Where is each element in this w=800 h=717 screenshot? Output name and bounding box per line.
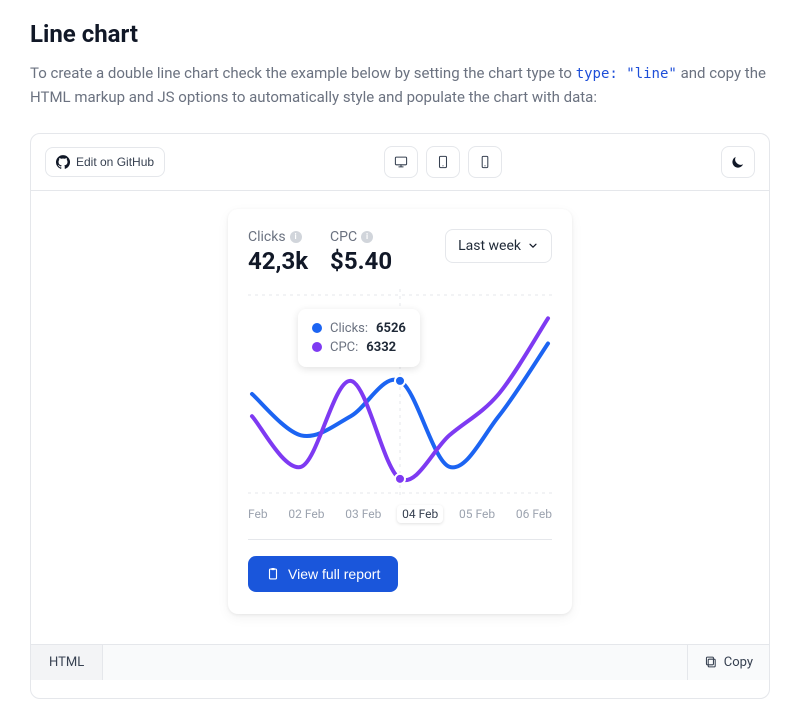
dark-mode-toggle[interactable] (721, 146, 755, 178)
date-range-select[interactable]: Last week (445, 229, 552, 263)
desktop-view-button[interactable] (384, 146, 418, 178)
section-title: Line chart (30, 20, 770, 48)
copy-icon (704, 655, 718, 669)
example-toolbar: Edit on GitHub (31, 134, 769, 191)
code-preview (31, 680, 769, 698)
legend-dot-clicks (312, 323, 322, 333)
metric-clicks-value: 42,3k (248, 247, 308, 275)
code-tabbar: HTML Copy (31, 644, 769, 680)
metric-cpc: CPC i $5.40 (330, 229, 392, 275)
legend-dot-cpc (312, 342, 322, 352)
chart-axis-labels: Feb 02 Feb 03 Feb 04 Feb 05 Feb 06 Feb (248, 499, 552, 521)
axis-label: 02 Feb (288, 507, 324, 521)
chart-widget: Clicks i 42,3k CPC i $5.40 Last we (228, 209, 572, 614)
clipboard-icon (266, 567, 280, 581)
axis-label: 03 Feb (345, 507, 381, 521)
axis-label: 04 Feb (397, 505, 443, 523)
edit-on-github-button[interactable]: Edit on GitHub (45, 147, 165, 177)
tablet-view-button[interactable] (426, 146, 460, 178)
desktop-icon (394, 155, 408, 169)
divider (248, 539, 552, 540)
copy-button[interactable]: Copy (687, 645, 769, 680)
axis-label: Feb (248, 507, 268, 521)
info-icon[interactable]: i (361, 231, 373, 243)
tab-html[interactable]: HTML (31, 645, 103, 680)
section-description: To create a double line chart check the … (30, 62, 770, 109)
metric-cpc-value: $5.40 (330, 247, 392, 275)
axis-label: 06 Feb (516, 507, 552, 521)
info-icon[interactable]: i (290, 231, 302, 243)
github-icon (56, 155, 70, 169)
example-card: Edit on GitHub (30, 133, 770, 699)
chevron-down-icon (527, 240, 539, 252)
mobile-view-button[interactable] (468, 146, 502, 178)
tablet-icon (436, 155, 450, 169)
chart-tooltip: Clicks: 6526 CPC: 6332 (298, 309, 420, 367)
type-code: type: "line" (576, 66, 677, 82)
metric-clicks: Clicks i 42,3k (248, 229, 308, 275)
mobile-icon (478, 155, 492, 169)
moon-icon (731, 155, 745, 169)
chart-plot: Clicks: 6526 CPC: 6332 (248, 289, 552, 499)
view-full-report-button[interactable]: View full report (248, 556, 398, 592)
axis-label: 05 Feb (459, 507, 495, 521)
